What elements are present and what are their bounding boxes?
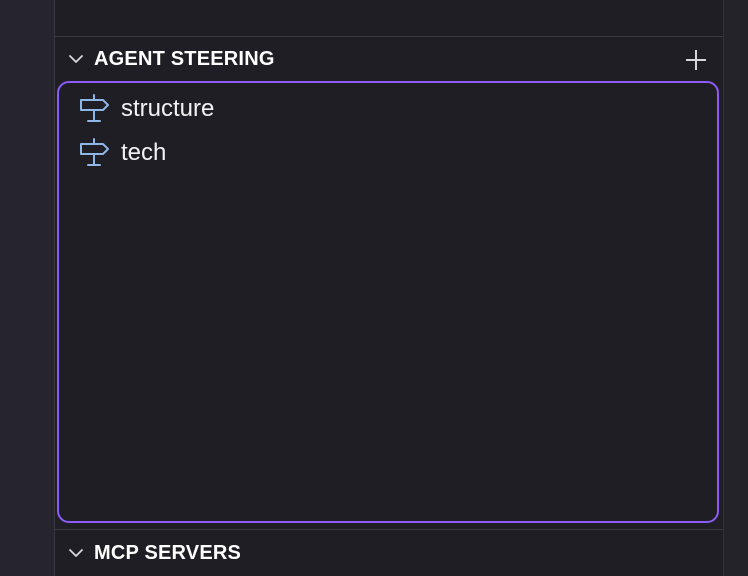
signpost-icon: [77, 92, 111, 126]
steering-item-label: structure: [121, 95, 215, 122]
right-gutter: [723, 0, 748, 576]
signpost-icon: [77, 136, 111, 170]
mcp-servers-header[interactable]: MCP SERVERS: [55, 529, 723, 576]
previous-section-area: [55, 0, 723, 37]
chevron-down-icon[interactable]: [68, 545, 84, 561]
plus-icon: [686, 50, 706, 70]
agent-steering-header[interactable]: AGENT STEERING: [55, 37, 723, 81]
steering-item-structure[interactable]: structure: [59, 87, 717, 131]
activity-bar: [0, 0, 55, 576]
chevron-down-icon[interactable]: [68, 51, 84, 67]
explorer-panel: AGENT STEERING structure tech MCP SERVER…: [55, 0, 723, 576]
steering-file-list[interactable]: structure tech: [57, 81, 719, 523]
steering-item-label: tech: [121, 139, 167, 166]
agent-steering-title: AGENT STEERING: [94, 47, 275, 70]
add-steering-button[interactable]: [683, 47, 709, 73]
kiro-side-panel: AGENT STEERING structure tech MCP SERVER…: [0, 0, 748, 576]
steering-item-tech[interactable]: tech: [59, 131, 717, 175]
mcp-servers-title: MCP SERVERS: [94, 541, 242, 564]
